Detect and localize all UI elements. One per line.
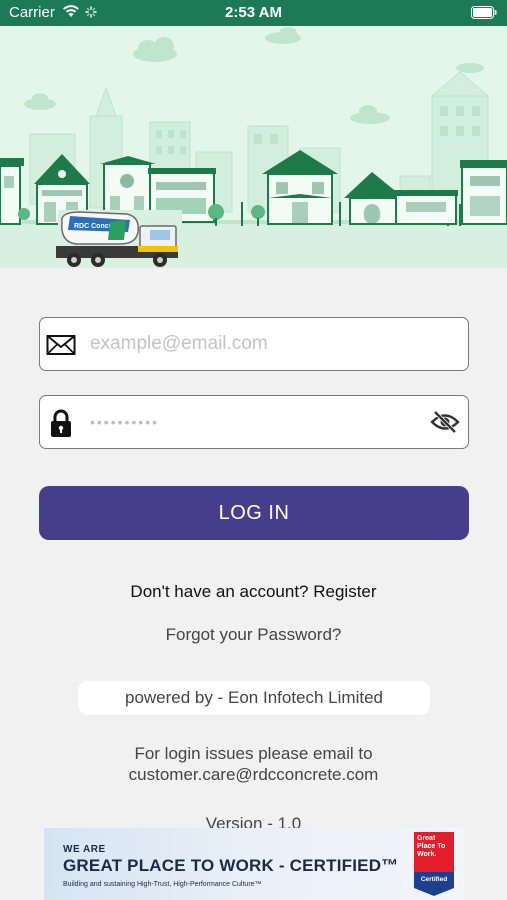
great-place-to-work-badge: Great Place To Work. Certified [414,832,454,896]
status-time: 2:53 AM [225,4,282,21]
register-prompt-text: Don't have an account? [130,582,309,601]
status-bar: Carrier 2:53 AM [0,0,507,26]
badge-top-text: Great Place To Work. [414,832,454,872]
powered-by-label: powered by - Eon Infotech Limited [78,681,430,715]
cement-truck-illustration: RDC Concrete [56,210,182,267]
support-text: For login issues please email to [134,744,373,763]
badge-bottom-text: Certified [414,872,454,888]
email-field[interactable] [39,317,469,371]
email-input[interactable] [90,318,420,370]
envelope-icon [46,335,76,355]
login-button[interactable]: LOG IN [39,486,469,540]
password-input[interactable] [90,396,420,448]
certification-banner: WE ARE GREAT PLACE TO WORK - CERTIFIED™ … [44,828,464,900]
forgot-password-link[interactable]: Forgot your Password? [0,625,507,645]
badge-tip [414,888,454,896]
register-link[interactable]: Register [313,582,376,601]
eye-slash-icon[interactable] [430,409,460,435]
certification-headline: GREAT PLACE TO WORK - CERTIFIED™ [63,856,399,875]
city-banner-illustration: RDC Concrete [0,26,507,268]
certification-tagline: Building and sustaining High-Trust, High… [63,881,262,888]
certification-we-are: WE ARE [63,844,106,855]
support-email-link[interactable]: customer.care@rdcconcrete.com [0,764,507,785]
register-prompt: Don't have an account? Register [0,582,507,602]
lock-icon [51,409,71,437]
password-field[interactable] [39,395,469,449]
support-info: For login issues please email to custome… [0,743,507,785]
battery-icon [471,6,497,19]
